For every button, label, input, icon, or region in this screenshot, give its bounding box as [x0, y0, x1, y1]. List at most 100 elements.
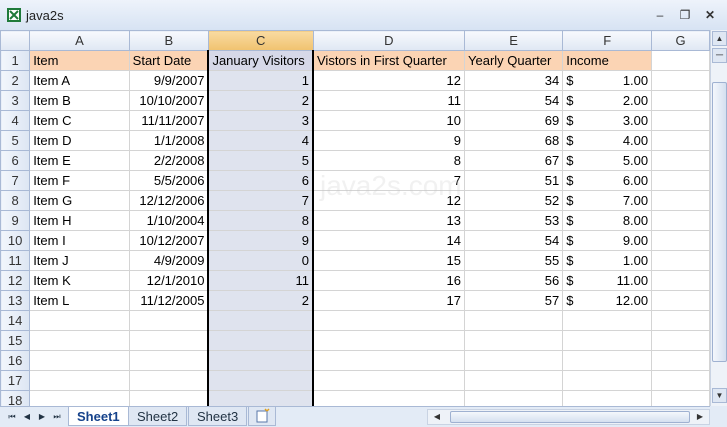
- cell[interactable]: 2: [207, 90, 314, 111]
- row-header[interactable]: 18: [0, 390, 31, 406]
- column-header-g[interactable]: G: [651, 30, 710, 51]
- cell[interactable]: Item H: [29, 210, 130, 231]
- cell[interactable]: Item L: [29, 290, 130, 311]
- row-header[interactable]: 2: [0, 70, 31, 91]
- cell[interactable]: $12.00: [562, 290, 653, 311]
- cell[interactable]: 4: [207, 130, 314, 151]
- cell[interactable]: [651, 370, 710, 391]
- cell[interactable]: Item F: [29, 170, 130, 191]
- column-header-d[interactable]: D: [312, 30, 466, 51]
- cell[interactable]: 16: [312, 270, 466, 291]
- row-header[interactable]: 10: [0, 230, 31, 251]
- cell[interactable]: $2.00: [562, 90, 653, 111]
- cell[interactable]: [651, 350, 710, 371]
- row-header[interactable]: 11: [0, 250, 31, 271]
- row-header[interactable]: 17: [0, 370, 31, 391]
- cell[interactable]: [207, 310, 314, 331]
- row-header[interactable]: 15: [0, 330, 31, 351]
- restore-icon[interactable]: ❐: [677, 7, 693, 23]
- cell[interactable]: 69: [464, 110, 564, 131]
- cell[interactable]: [464, 330, 564, 351]
- cell[interactable]: [562, 390, 653, 406]
- cell[interactable]: 12/1/2010: [128, 270, 209, 291]
- cell[interactable]: [562, 350, 653, 371]
- cell[interactable]: 68: [464, 130, 564, 151]
- row-header[interactable]: 8: [0, 190, 31, 211]
- cell[interactable]: 10/10/2007: [128, 90, 209, 111]
- cell[interactable]: 2/2/2008: [128, 150, 209, 171]
- cell[interactable]: [651, 330, 710, 351]
- horizontal-scrollbar[interactable]: ◀ ▶: [427, 409, 710, 425]
- cell[interactable]: [651, 90, 710, 111]
- cell[interactable]: 11/12/2005: [128, 290, 209, 311]
- cell[interactable]: 11: [312, 90, 466, 111]
- cell[interactable]: 12/12/2006: [128, 190, 209, 211]
- cell[interactable]: [651, 390, 710, 406]
- cell[interactable]: [128, 350, 209, 371]
- row-header[interactable]: 3: [0, 90, 31, 111]
- column-header-a[interactable]: A: [29, 30, 130, 51]
- cell[interactable]: [312, 350, 466, 371]
- cell[interactable]: $3.00: [562, 110, 653, 131]
- cell[interactable]: Start Date: [128, 50, 209, 71]
- cell[interactable]: 11/11/2007: [128, 110, 209, 131]
- cell[interactable]: 9/9/2007: [128, 70, 209, 91]
- cell[interactable]: [312, 390, 466, 406]
- cell[interactable]: 67: [464, 150, 564, 171]
- close-icon[interactable]: ✕: [702, 7, 718, 23]
- cell[interactable]: 52: [464, 190, 564, 211]
- cell[interactable]: 0: [207, 250, 314, 271]
- cell[interactable]: [207, 350, 314, 371]
- cell[interactable]: [651, 250, 710, 271]
- cell[interactable]: 9: [207, 230, 314, 251]
- cell[interactable]: [651, 270, 710, 291]
- cell[interactable]: 1/10/2004: [128, 210, 209, 231]
- cell[interactable]: Item K: [29, 270, 130, 291]
- split-handle-icon[interactable]: ─: [712, 48, 727, 63]
- cell[interactable]: [312, 310, 466, 331]
- cell[interactable]: 4/9/2009: [128, 250, 209, 271]
- cell[interactable]: [651, 190, 710, 211]
- cell[interactable]: [651, 110, 710, 131]
- next-sheet-icon[interactable]: ▶: [36, 411, 48, 423]
- tab-sheet2[interactable]: Sheet2: [128, 407, 188, 426]
- cell[interactable]: 8: [207, 210, 314, 231]
- cell[interactable]: [562, 370, 653, 391]
- cell[interactable]: [651, 310, 710, 331]
- cell[interactable]: 5: [207, 150, 314, 171]
- cell[interactable]: 53: [464, 210, 564, 231]
- cell[interactable]: [207, 370, 314, 391]
- cell[interactable]: 10: [312, 110, 466, 131]
- cell[interactable]: 56: [464, 270, 564, 291]
- cell[interactable]: Item G: [29, 190, 130, 211]
- cell[interactable]: [29, 350, 130, 371]
- row-header[interactable]: 13: [0, 290, 31, 311]
- cell[interactable]: [562, 310, 653, 331]
- cell[interactable]: Item B: [29, 90, 130, 111]
- column-header-b[interactable]: B: [128, 30, 209, 51]
- vertical-scrollbar[interactable]: ▲ ─ ▼: [710, 30, 727, 406]
- cell[interactable]: 9: [312, 130, 466, 151]
- cell[interactable]: [128, 370, 209, 391]
- cell[interactable]: 57: [464, 290, 564, 311]
- cell[interactable]: 14: [312, 230, 466, 251]
- cell[interactable]: $1.00: [562, 250, 653, 271]
- cell[interactable]: [128, 390, 209, 406]
- row-header[interactable]: 4: [0, 110, 31, 131]
- cell[interactable]: $1.00: [562, 70, 653, 91]
- cell[interactable]: $7.00: [562, 190, 653, 211]
- cell[interactable]: 8: [312, 150, 466, 171]
- cell[interactable]: [29, 370, 130, 391]
- cell[interactable]: [207, 390, 314, 406]
- vertical-scroll-thumb[interactable]: [712, 82, 727, 362]
- cell[interactable]: [651, 150, 710, 171]
- cell[interactable]: [128, 310, 209, 331]
- row-header[interactable]: 9: [0, 210, 31, 231]
- column-header-c[interactable]: C: [207, 30, 314, 51]
- cell[interactable]: [464, 390, 564, 406]
- cell[interactable]: 5/5/2006: [128, 170, 209, 191]
- column-header-e[interactable]: E: [464, 30, 564, 51]
- row-header[interactable]: 1: [0, 50, 31, 71]
- column-header-f[interactable]: F: [562, 30, 653, 51]
- insert-sheet-icon[interactable]: [248, 407, 276, 426]
